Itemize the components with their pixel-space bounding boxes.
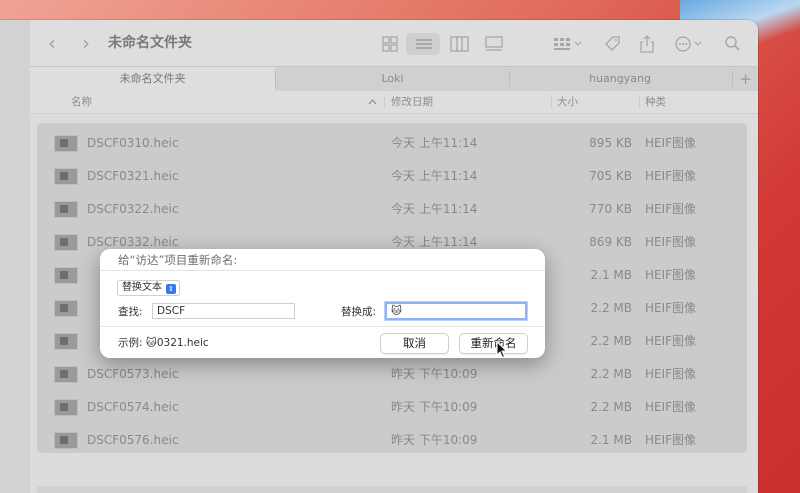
share-icon[interactable] bbox=[636, 33, 658, 55]
file-kind: HEIF图像 bbox=[645, 202, 697, 216]
example-label: 示例: bbox=[118, 337, 143, 349]
file-name: DSCF0321.heic bbox=[87, 169, 179, 183]
file-date: 今天 上午11:14 bbox=[391, 136, 478, 150]
image-thumbnail-icon bbox=[54, 333, 78, 350]
rename-dialog: 给“访达”项目重新命名: 替换文本 ⇕ 查找: DSCF 替换成: 🐱 示例: 🐱… bbox=[100, 249, 545, 358]
image-thumbnail-icon bbox=[54, 300, 78, 317]
file-kind: HEIF图像 bbox=[645, 268, 697, 282]
toolbar: ‹ › 未命名文件夹 bbox=[30, 20, 758, 66]
file-date: 昨天 下午10:09 bbox=[391, 400, 478, 414]
file-row[interactable]: DSCF0310.heic 今天 上午11:14 895 KB HEIF图像 bbox=[37, 127, 747, 160]
file-size: 2.2 MB bbox=[590, 334, 632, 348]
file-kind: HEIF图像 bbox=[645, 433, 697, 447]
tag-icon[interactable] bbox=[600, 33, 624, 55]
list-view-icon bbox=[416, 39, 432, 49]
icon-view-icon[interactable] bbox=[379, 33, 401, 55]
tab-huangyang[interactable]: huangyang bbox=[510, 67, 730, 91]
more-actions-icon[interactable] bbox=[672, 33, 708, 55]
image-thumbnail-icon bbox=[54, 135, 78, 152]
file-kind: HEIF图像 bbox=[645, 334, 697, 348]
column-kind[interactable]: 种类 bbox=[645, 91, 666, 113]
file-size: 2.2 MB bbox=[590, 367, 632, 381]
image-thumbnail-icon bbox=[54, 201, 78, 218]
column-divider bbox=[384, 95, 385, 109]
search-icon[interactable] bbox=[722, 33, 744, 55]
chevron-updown-icon: ⇕ bbox=[166, 284, 176, 294]
file-row[interactable]: DSCF0576.heic 昨天 下午10:09 2.1 MB HEIF图像 bbox=[37, 424, 747, 457]
file-name: DSCF0310.heic bbox=[87, 136, 179, 150]
new-tab-button[interactable]: + bbox=[733, 67, 758, 91]
file-name: DSCF0573.heic bbox=[87, 367, 179, 381]
rename-mode-value: 替换文本 bbox=[122, 282, 162, 293]
file-name: DSCF0576.heic bbox=[87, 433, 179, 447]
sort-ascending-icon bbox=[368, 99, 377, 105]
forward-button[interactable]: › bbox=[82, 20, 90, 66]
file-size: 770 KB bbox=[589, 202, 632, 216]
file-row[interactable]: DSCF0573.heic 昨天 下午10:09 2.2 MB HEIF图像 bbox=[37, 358, 747, 391]
file-kind: HEIF图像 bbox=[645, 136, 697, 150]
gallery-view-icon[interactable] bbox=[481, 33, 507, 55]
file-row[interactable]: DSCF0322.heic 今天 上午11:14 770 KB HEIF图像 bbox=[37, 193, 747, 226]
file-date: 昨天 下午10:09 bbox=[391, 367, 478, 381]
column-date-modified[interactable]: 修改日期 bbox=[391, 91, 433, 113]
file-kind: HEIF图像 bbox=[645, 301, 697, 315]
column-header: 名称 修改日期 大小 种类 bbox=[30, 91, 758, 114]
rename-button[interactable]: 重新命名 bbox=[459, 333, 528, 354]
tab-unnamed-folder[interactable]: 未命名文件夹 bbox=[30, 67, 275, 91]
find-field[interactable]: DSCF bbox=[152, 303, 295, 319]
path-bar bbox=[37, 486, 747, 493]
dialog-divider bbox=[100, 270, 545, 271]
file-kind: HEIF图像 bbox=[645, 235, 697, 249]
list-view-button[interactable] bbox=[406, 33, 440, 55]
rename-mode-select[interactable]: 替换文本 ⇕ bbox=[117, 280, 180, 296]
tab-bar: 未命名文件夹 Loki huangyang + bbox=[30, 66, 758, 91]
find-label: 查找: bbox=[118, 306, 143, 318]
file-date: 今天 上午11:14 bbox=[391, 202, 478, 216]
example-value: 🐱0321.heic bbox=[145, 337, 209, 349]
group-by-icon[interactable] bbox=[550, 33, 586, 55]
mouse-pointer-icon bbox=[496, 341, 508, 359]
back-button[interactable]: ‹ bbox=[48, 20, 56, 66]
file-row[interactable]: DSCF0574.heic 昨天 下午10:09 2.2 MB HEIF图像 bbox=[37, 391, 747, 424]
example-preview: 示例: 🐱0321.heic bbox=[118, 337, 209, 350]
image-thumbnail-icon bbox=[54, 432, 78, 449]
column-name[interactable]: 名称 bbox=[71, 91, 92, 113]
file-row[interactable]: DSCF0321.heic 今天 上午11:14 705 KB HEIF图像 bbox=[37, 160, 747, 193]
image-thumbnail-icon bbox=[54, 168, 78, 185]
column-size[interactable]: 大小 bbox=[557, 91, 578, 113]
dialog-title: 给“访达”项目重新命名: bbox=[118, 253, 238, 267]
replace-field[interactable]: 🐱 bbox=[385, 302, 527, 320]
image-thumbnail-icon bbox=[54, 234, 78, 251]
tab-loki[interactable]: Loki bbox=[276, 67, 509, 91]
file-size: 895 KB bbox=[589, 136, 632, 150]
image-thumbnail-icon bbox=[54, 399, 78, 416]
file-date: 昨天 下午10:09 bbox=[391, 433, 478, 447]
replace-label: 替换成: bbox=[341, 306, 377, 318]
column-divider bbox=[639, 95, 640, 109]
sidebar bbox=[0, 20, 30, 493]
file-kind: HEIF图像 bbox=[645, 367, 697, 381]
file-size: 869 KB bbox=[589, 235, 632, 249]
file-kind: HEIF图像 bbox=[645, 400, 697, 414]
cancel-button[interactable]: 取消 bbox=[380, 333, 449, 354]
dialog-divider bbox=[100, 326, 545, 327]
image-thumbnail-icon bbox=[54, 267, 78, 284]
image-thumbnail-icon bbox=[54, 366, 78, 383]
file-size: 2.2 MB bbox=[590, 400, 632, 414]
file-kind: HEIF图像 bbox=[645, 169, 697, 183]
file-date: 今天 上午11:14 bbox=[391, 169, 478, 183]
file-size: 2.2 MB bbox=[590, 301, 632, 315]
file-size: 705 KB bbox=[589, 169, 632, 183]
file-size: 2.1 MB bbox=[590, 268, 632, 282]
file-size: 2.1 MB bbox=[590, 433, 632, 447]
window-title: 未命名文件夹 bbox=[108, 35, 192, 51]
file-name: DSCF0574.heic bbox=[87, 400, 179, 414]
file-name: DSCF0322.heic bbox=[87, 202, 179, 216]
column-divider bbox=[551, 95, 552, 109]
column-view-icon[interactable] bbox=[447, 33, 473, 55]
